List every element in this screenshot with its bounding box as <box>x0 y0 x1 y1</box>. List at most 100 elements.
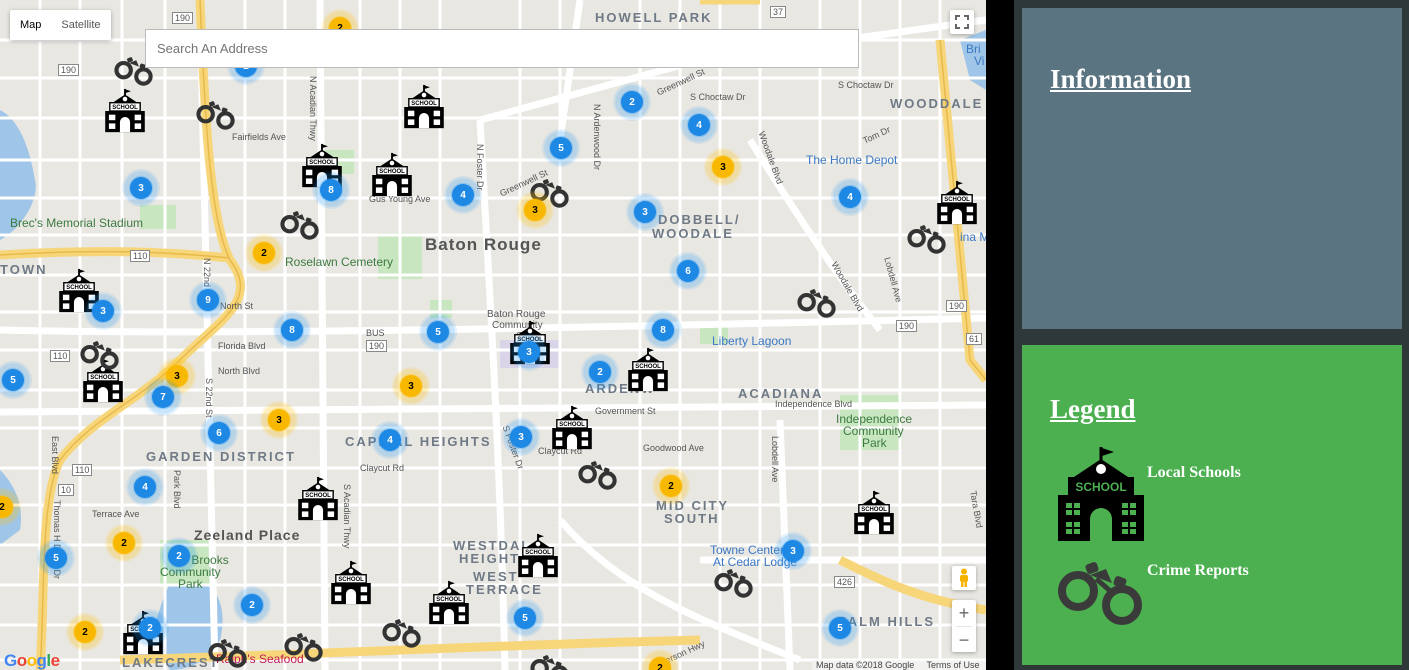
information-title: Information <box>1050 64 1191 94</box>
cluster-count: 4 <box>134 476 156 498</box>
cluster-count: 8 <box>320 179 342 201</box>
information-box: Information <box>1022 8 1402 329</box>
panel-divider <box>986 0 1014 670</box>
cluster-count: 3 <box>634 201 656 223</box>
cluster-count: 3 <box>92 300 114 322</box>
google-logo-mark: Google <box>4 651 60 670</box>
map-base-layer <box>0 0 986 670</box>
svg-text:Google: Google <box>4 651 60 670</box>
handcuffs-icon[interactable] <box>278 208 322 249</box>
cluster-count: 7 <box>152 386 174 408</box>
zoom-in-button[interactable]: + <box>952 600 976 626</box>
pegman-icon <box>960 568 968 587</box>
map-type-map-button[interactable]: Map <box>10 10 51 40</box>
map-data-credit: Map data ©2018 Google <box>816 660 915 670</box>
cluster-count: 6 <box>208 422 230 444</box>
legend-box: Legend SCHOOL Local Schools Crime Report… <box>1022 345 1402 665</box>
cluster-count: 2 <box>113 532 135 554</box>
svg-text:SCHOOL: SCHOOL <box>436 597 462 603</box>
school-icon[interactable]: SCHOOL <box>330 560 372 611</box>
cluster-count: 4 <box>688 114 710 136</box>
map-type-satellite-button[interactable]: Satellite <box>51 10 110 40</box>
school-icon[interactable]: SCHOOL <box>517 533 559 584</box>
school-icon[interactable]: SCHOOL <box>551 405 593 456</box>
cluster-count: 5 <box>2 369 24 391</box>
school-icon[interactable]: SCHOOL <box>371 152 413 203</box>
handcuffs-icon[interactable] <box>795 286 839 327</box>
school-icon[interactable]: SCHOOL <box>104 88 146 139</box>
cluster-count: 2 <box>168 545 190 567</box>
cluster-count: 8 <box>652 319 674 341</box>
svg-text:SCHOOL: SCHOOL <box>379 169 405 175</box>
zoom-control: + − <box>952 600 976 652</box>
school-icon[interactable]: SCHOOL <box>428 580 470 631</box>
legend-crime-reports-label: Crime Reports <box>1147 562 1249 579</box>
svg-text:SCHOOL: SCHOOL <box>559 422 585 428</box>
cluster-count: 2 <box>660 475 682 497</box>
handcuffs-icon[interactable] <box>576 458 620 499</box>
svg-text:SCHOOL: SCHOOL <box>309 160 335 166</box>
cluster-count: 3 <box>782 540 804 562</box>
cluster-count: 2 <box>253 242 275 264</box>
cluster-count: 2 <box>74 621 96 643</box>
legend-school-badge-text: SCHOOL <box>1075 480 1126 494</box>
school-icon[interactable]: SCHOOL <box>403 84 445 135</box>
school-icon[interactable]: SCHOOL <box>297 476 339 527</box>
legend-school-svg: SCHOOL <box>1058 447 1144 541</box>
legend-title: Legend <box>1050 394 1136 424</box>
search-address-input[interactable] <box>145 29 859 68</box>
cluster-count: 9 <box>197 289 219 311</box>
school-icon[interactable]: SCHOOL <box>627 347 669 398</box>
handcuffs-icon[interactable] <box>380 616 424 657</box>
cluster-count: 4 <box>379 429 401 451</box>
svg-text:SCHOOL: SCHOOL <box>112 105 138 111</box>
cluster-count: 2 <box>139 617 161 639</box>
handcuffs-icon[interactable] <box>712 566 756 607</box>
svg-text:SCHOOL: SCHOOL <box>635 364 661 370</box>
handcuffs-icon[interactable] <box>206 636 250 670</box>
svg-text:SCHOOL: SCHOOL <box>944 197 970 203</box>
cluster-count: 5 <box>514 607 536 629</box>
side-panel: Information Legend SCHOOL Local Schools … <box>1014 0 1409 670</box>
legend-handcuffs-svg <box>1058 562 1142 625</box>
cluster-count: 4 <box>452 184 474 206</box>
cluster-count: 3 <box>130 177 152 199</box>
fullscreen-button[interactable] <box>950 10 974 34</box>
street-view-pegman-button[interactable] <box>952 566 976 590</box>
cluster-count: 6 <box>677 260 699 282</box>
app-root: HOWELL PARK WOODDALE Baton Rouge Brec's … <box>0 0 1409 670</box>
legend-local-schools-label: Local Schools <box>1147 464 1241 481</box>
school-icon: SCHOOL <box>1056 445 1146 545</box>
terms-of-use-link[interactable]: Terms of Use <box>927 660 980 670</box>
svg-text:SCHOOL: SCHOOL <box>525 550 551 556</box>
svg-text:SCHOOL: SCHOOL <box>411 101 437 107</box>
cluster-count: 3 <box>518 341 540 363</box>
zoom-out-button[interactable]: − <box>952 627 976 653</box>
svg-text:SCHOOL: SCHOOL <box>66 285 92 291</box>
cluster-count: 3 <box>712 156 734 178</box>
cluster-count: 3 <box>524 199 546 221</box>
cluster-count: 3 <box>268 409 290 431</box>
fullscreen-icon <box>955 15 969 29</box>
cluster-count: 3 <box>510 426 532 448</box>
map-canvas[interactable]: HOWELL PARK WOODDALE Baton Rouge Brec's … <box>0 0 986 670</box>
map-attribution: Map data ©2018 Google Terms of Use <box>812 660 986 670</box>
handcuffs-icon[interactable] <box>194 98 238 139</box>
handcuffs-icon[interactable] <box>78 338 122 379</box>
cluster-count: 3 <box>400 375 422 397</box>
google-logo: Google <box>4 650 64 670</box>
cluster-count: 2 <box>589 361 611 383</box>
handcuffs-icon <box>1056 555 1146 635</box>
svg-text:SCHOOL: SCHOOL <box>861 507 887 513</box>
cluster-count: 4 <box>839 186 861 208</box>
svg-text:SCHOOL: SCHOOL <box>338 577 364 583</box>
svg-text:SCHOOL: SCHOOL <box>305 493 331 499</box>
handcuffs-icon[interactable] <box>528 652 572 670</box>
handcuffs-icon[interactable] <box>905 222 949 263</box>
map-type-control: Map Satellite <box>10 10 111 40</box>
handcuffs-icon[interactable] <box>282 630 326 670</box>
cluster-count: 5 <box>550 137 572 159</box>
school-icon[interactable]: SCHOOL <box>853 490 895 541</box>
cluster-count: 2 <box>241 594 263 616</box>
cluster-count: 8 <box>281 319 303 341</box>
